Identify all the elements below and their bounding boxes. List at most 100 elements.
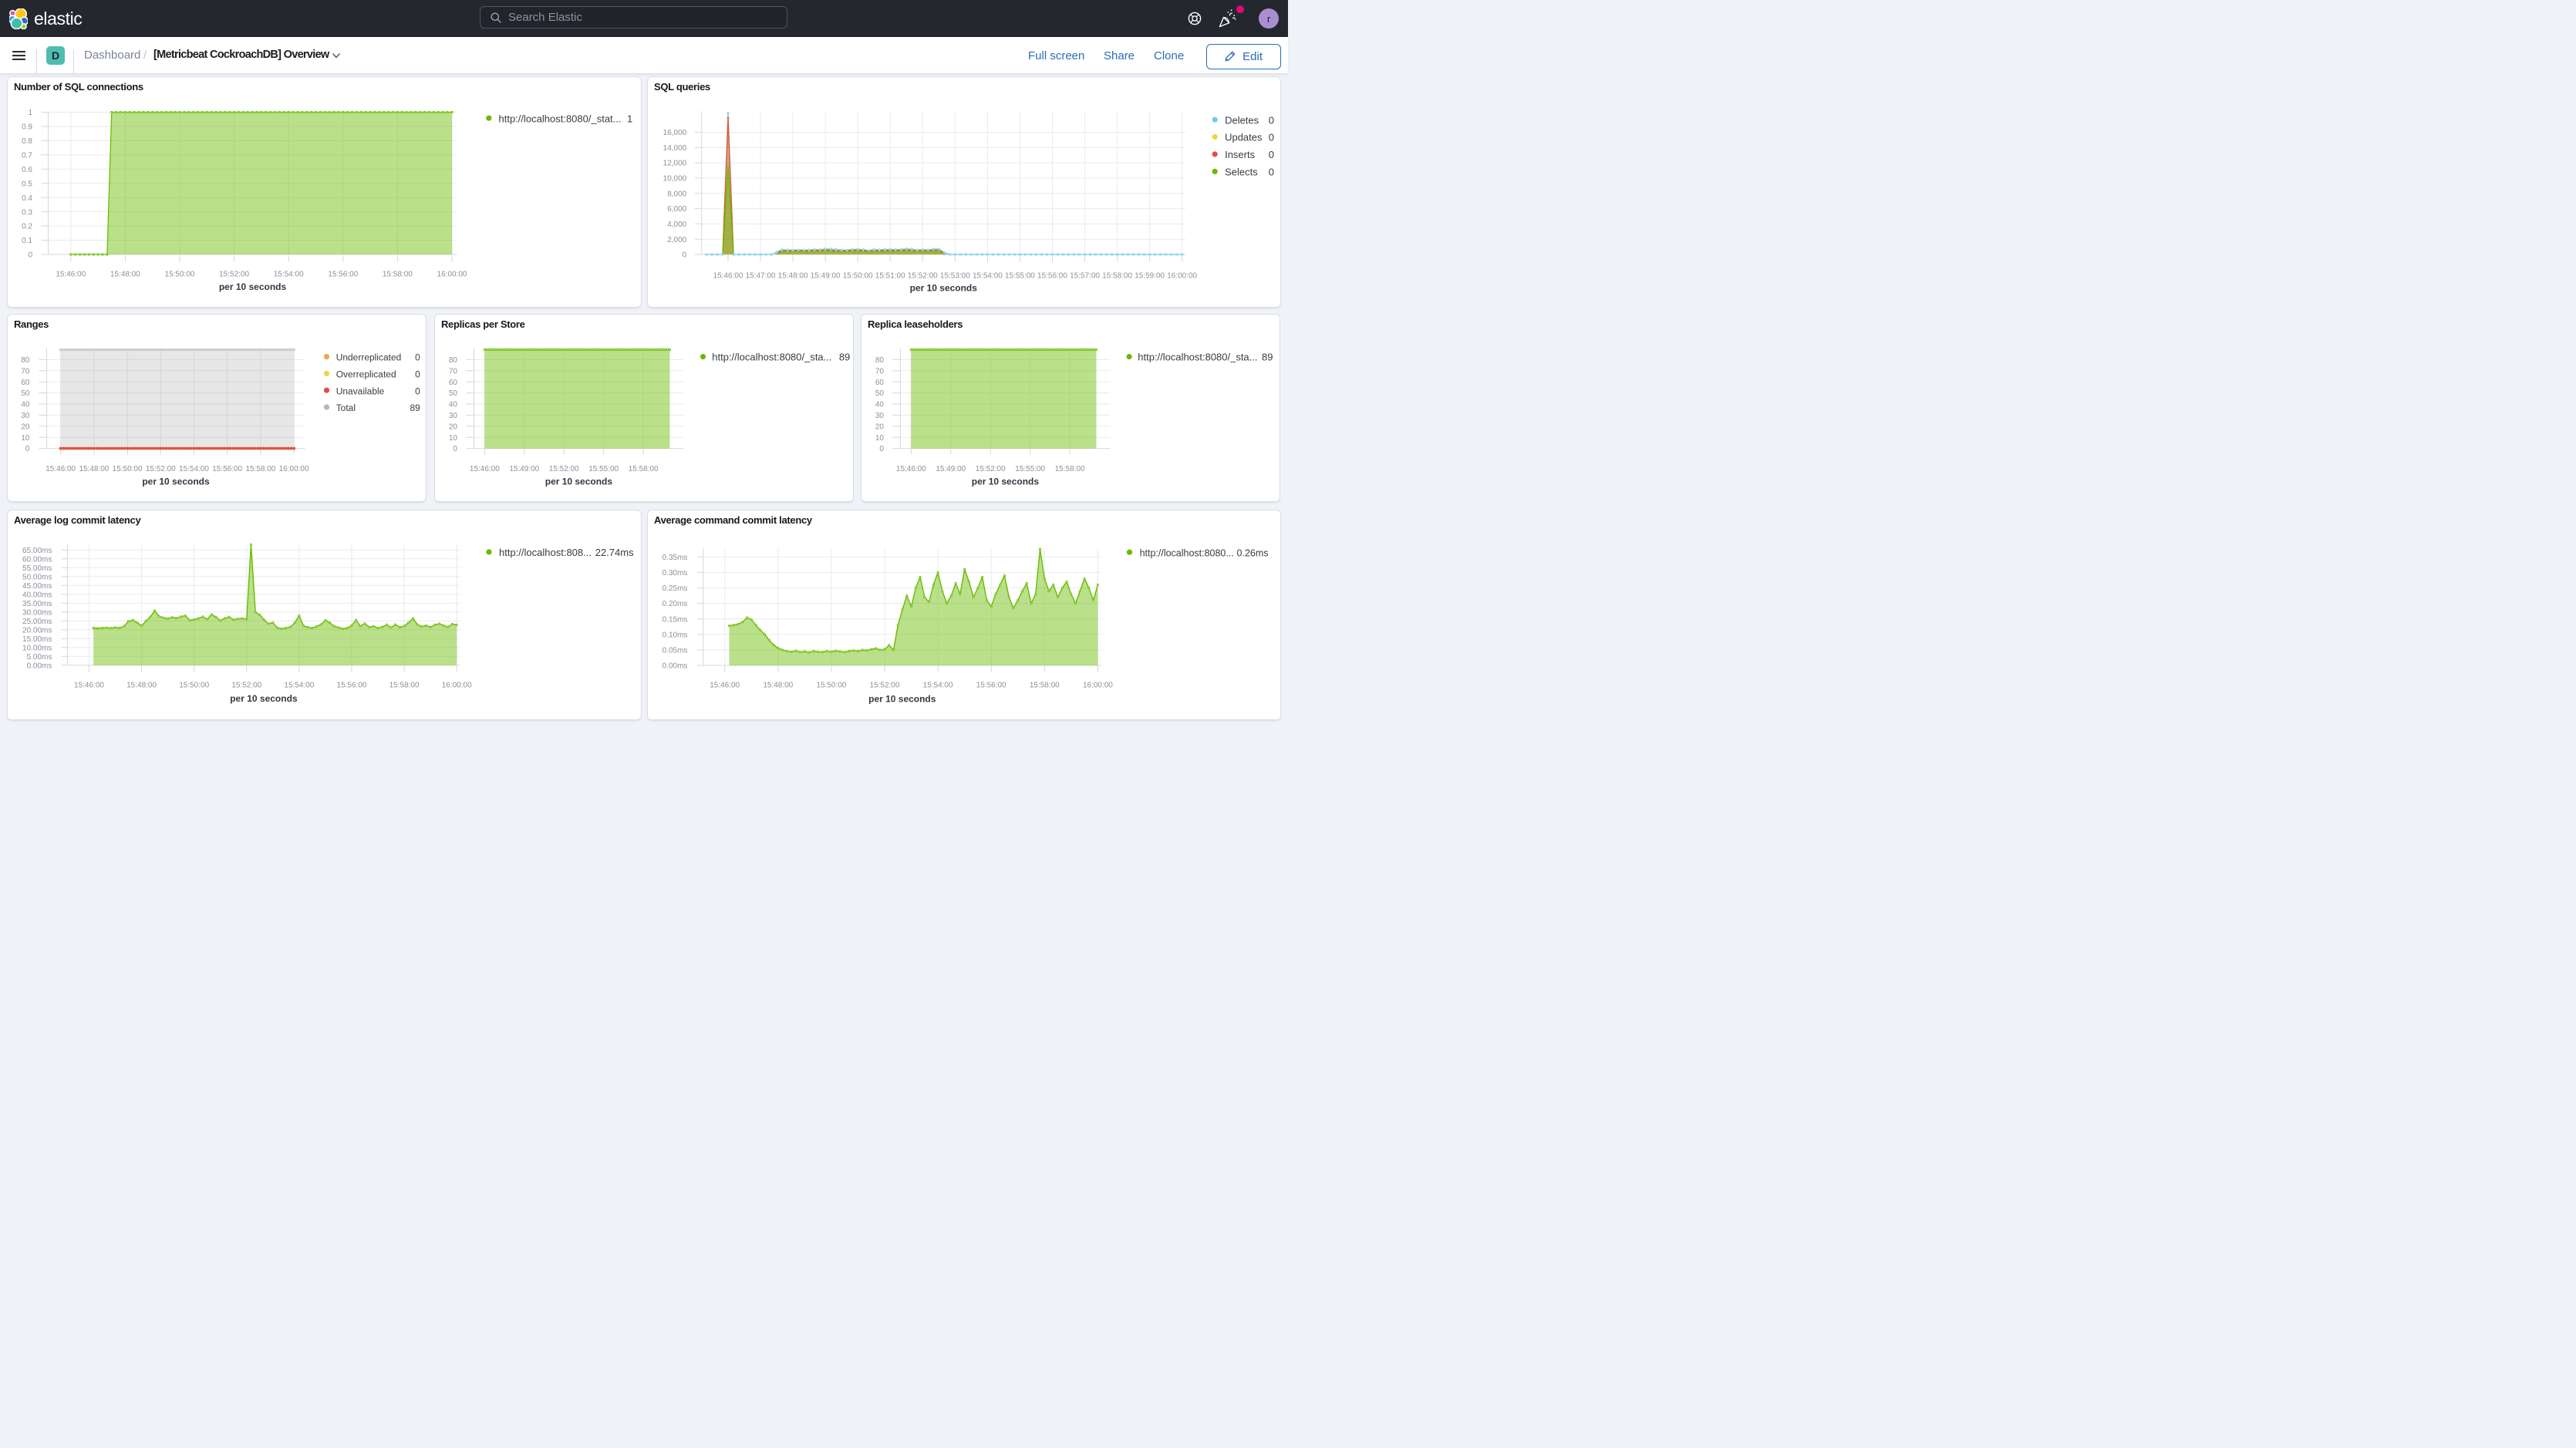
svg-text:10.00ms: 10.00ms (22, 644, 52, 652)
svg-text:30: 30 (21, 412, 30, 420)
svg-text:15:56:00: 15:56:00 (336, 681, 366, 689)
svg-text:1: 1 (626, 113, 632, 124)
svg-text:10: 10 (21, 434, 30, 443)
svg-text:15:51:00: 15:51:00 (875, 272, 905, 281)
svg-text:0.00ms: 0.00ms (26, 662, 52, 670)
svg-text:Total: Total (335, 402, 355, 413)
svg-text:16:00:00: 16:00:00 (437, 271, 467, 279)
svg-text:Unavailable: Unavailable (335, 386, 384, 397)
svg-text:15:56:00: 15:56:00 (1037, 272, 1067, 281)
svg-text:Replica leaseholders: Replica leaseholders (868, 318, 963, 330)
svg-text:15:52:00: 15:52:00 (975, 465, 1005, 473)
svg-text:15:52:00: 15:52:00 (231, 681, 261, 689)
svg-text:0.05ms: 0.05ms (663, 646, 688, 655)
svg-text:20: 20 (21, 423, 30, 432)
svg-text:15:52:00: 15:52:00 (870, 681, 900, 689)
svg-text:0.30ms: 0.30ms (663, 569, 688, 578)
svg-text:0.20ms: 0.20ms (663, 600, 688, 608)
svg-text:15:50:00: 15:50:00 (112, 465, 142, 473)
svg-text:0.3: 0.3 (22, 208, 32, 217)
svg-text:50: 50 (21, 390, 30, 399)
svg-text:15:48:00: 15:48:00 (79, 465, 109, 473)
svg-text:35.00ms: 35.00ms (22, 599, 52, 608)
svg-text:10,000: 10,000 (663, 175, 687, 184)
svg-text:89: 89 (1262, 352, 1273, 363)
svg-text:12,000: 12,000 (663, 160, 687, 168)
svg-text:15:48:00: 15:48:00 (126, 681, 157, 689)
svg-text:60: 60 (875, 379, 885, 387)
svg-text:Number of SQL connections: Number of SQL connections (14, 81, 143, 93)
svg-text:15:46:00: 15:46:00 (896, 465, 926, 473)
svg-text:Updates: Updates (1225, 132, 1263, 143)
svg-text:15:57:00: 15:57:00 (1070, 272, 1100, 281)
svg-text:15:52:00: 15:52:00 (219, 271, 249, 279)
svg-text:15:54:00: 15:54:00 (284, 681, 314, 689)
svg-text:4,000: 4,000 (667, 221, 686, 229)
svg-text:15:48:00: 15:48:00 (110, 271, 140, 279)
svg-text:0.1: 0.1 (22, 237, 32, 245)
svg-text:0.00ms: 0.00ms (663, 662, 688, 670)
svg-text:Average log commit latency: Average log commit latency (14, 514, 141, 525)
svg-text:30.00ms: 30.00ms (22, 608, 52, 617)
svg-text:40.00ms: 40.00ms (22, 591, 52, 599)
svg-text:0: 0 (415, 369, 420, 380)
svg-text:15:56:00: 15:56:00 (328, 271, 358, 279)
svg-text:70: 70 (21, 368, 30, 376)
svg-text:15:48:00: 15:48:00 (778, 272, 808, 281)
svg-text:0: 0 (1269, 114, 1274, 126)
svg-text:SQL queries: SQL queries (654, 81, 710, 93)
svg-text:Replicas per Store: Replicas per Store (441, 318, 525, 330)
svg-text:15:52:00: 15:52:00 (908, 272, 938, 281)
svg-text:http://localhost:808...: http://localhost:808... (499, 547, 592, 558)
svg-text:15:49:00: 15:49:00 (509, 465, 539, 473)
svg-text:per 10 seconds: per 10 seconds (142, 476, 210, 487)
svg-text:15:52:00: 15:52:00 (548, 465, 578, 473)
svg-text:60: 60 (21, 379, 30, 387)
svg-text:16:00:00: 16:00:00 (441, 681, 471, 689)
svg-text:0.6: 0.6 (22, 166, 32, 174)
svg-text:0.4: 0.4 (22, 194, 32, 203)
svg-text:5.00ms: 5.00ms (26, 652, 52, 661)
svg-text:Inserts: Inserts (1225, 149, 1255, 160)
svg-text:30: 30 (875, 412, 885, 420)
svg-text:0: 0 (25, 446, 29, 454)
svg-text:15:58:00: 15:58:00 (245, 465, 275, 473)
svg-text:80: 80 (449, 356, 458, 365)
svg-text:0.35ms: 0.35ms (663, 553, 688, 561)
svg-text:70: 70 (449, 368, 458, 376)
svg-text:15:56:00: 15:56:00 (976, 681, 1006, 689)
svg-text:65.00ms: 65.00ms (22, 546, 52, 554)
svg-text:15:58:00: 15:58:00 (628, 465, 658, 473)
svg-text:8,000: 8,000 (667, 190, 686, 198)
svg-text:40: 40 (875, 401, 885, 409)
svg-text:45.00ms: 45.00ms (22, 581, 52, 590)
svg-text:15:52:00: 15:52:00 (145, 465, 175, 473)
svg-text:6,000: 6,000 (667, 205, 686, 214)
svg-text:20: 20 (449, 423, 458, 432)
svg-text:15:50:00: 15:50:00 (164, 271, 194, 279)
svg-text:Overreplicated: Overreplicated (335, 369, 396, 380)
svg-text:15.00ms: 15.00ms (22, 635, 52, 643)
svg-text:0.9: 0.9 (22, 123, 32, 132)
svg-text:50: 50 (875, 390, 885, 399)
svg-text:per 10 seconds: per 10 seconds (971, 476, 1039, 487)
svg-text:15:54:00: 15:54:00 (973, 272, 1003, 281)
svg-text:15:50:00: 15:50:00 (179, 681, 209, 689)
svg-text:16,000: 16,000 (663, 129, 687, 137)
svg-text:55.00ms: 55.00ms (22, 564, 52, 572)
svg-text:Selects: Selects (1225, 167, 1258, 178)
svg-text:15:59:00: 15:59:00 (1135, 272, 1165, 281)
svg-text:Ranges: Ranges (13, 318, 48, 330)
svg-text:16:00:00: 16:00:00 (1167, 272, 1197, 281)
svg-text:80: 80 (875, 356, 885, 365)
svg-text:15:46:00: 15:46:00 (713, 272, 743, 281)
svg-text:per 10 seconds: per 10 seconds (868, 693, 936, 704)
svg-text:15:49:00: 15:49:00 (936, 465, 966, 473)
svg-text:0.8: 0.8 (22, 137, 32, 146)
svg-text:15:50:00: 15:50:00 (817, 681, 847, 689)
svg-text:15:46:00: 15:46:00 (74, 681, 104, 689)
svg-text:0.10ms: 0.10ms (663, 631, 688, 639)
svg-text:22.74ms: 22.74ms (595, 547, 633, 558)
svg-text:20: 20 (875, 423, 885, 432)
svg-text:http://localhost:8080/_sta...: http://localhost:8080/_sta... (712, 352, 831, 363)
